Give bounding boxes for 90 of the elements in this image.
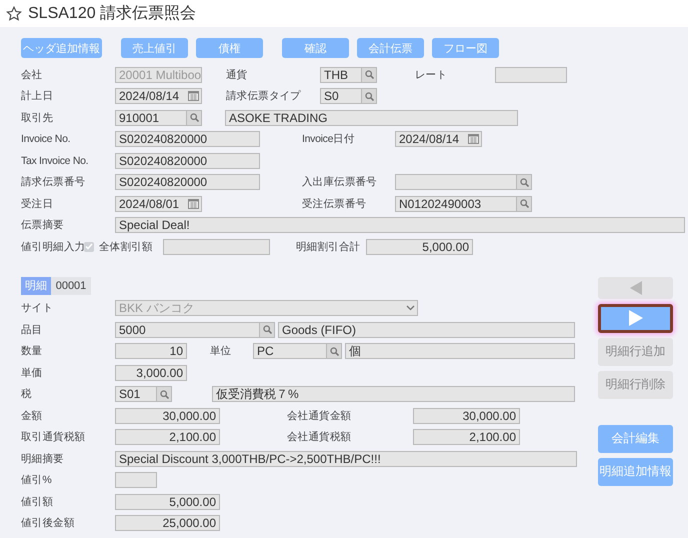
field-label: 明細摘要 bbox=[21, 452, 65, 466]
input-field[interactable]: THB bbox=[320, 66, 362, 83]
field-label: 税 bbox=[21, 387, 33, 402]
calendar-icon bbox=[188, 198, 199, 209]
input-field[interactable]: 5,000.00 bbox=[115, 494, 220, 510]
search-icon bbox=[364, 92, 374, 101]
chevron-down-icon bbox=[406, 305, 415, 312]
field-label: 取引通貨税額 bbox=[21, 430, 86, 444]
check-icon bbox=[85, 243, 93, 250]
search-button[interactable] bbox=[327, 343, 342, 360]
input-field[interactable]: 5000 bbox=[115, 322, 260, 338]
input-field[interactable]: 2,100.00 bbox=[115, 429, 220, 446]
field-label: サイト bbox=[21, 301, 54, 316]
field-label: 単価 bbox=[21, 366, 44, 380]
field-label: 金額 bbox=[21, 408, 44, 423]
input-field[interactable]: Goods (FIFO) bbox=[278, 322, 575, 338]
field-label: 単位 bbox=[210, 344, 232, 358]
search-button[interactable] bbox=[517, 174, 532, 190]
input-field[interactable]: S0 bbox=[320, 88, 362, 104]
field-label: 請求伝票番号 bbox=[21, 175, 86, 190]
search-button[interactable] bbox=[517, 196, 532, 212]
input-field[interactable]: S020240820000 bbox=[115, 152, 260, 169]
window-title: SLSA120 請求伝票照会 bbox=[28, 4, 196, 24]
search-icon bbox=[262, 325, 272, 334]
field-label: 値引額 bbox=[21, 494, 54, 509]
line-number: 00001 bbox=[51, 276, 91, 294]
input-field[interactable]: 910001 bbox=[115, 110, 187, 126]
search-button[interactable] bbox=[187, 110, 202, 126]
input-field[interactable]: Special Deal! bbox=[115, 217, 685, 234]
input-field[interactable]: S020240820000 bbox=[115, 131, 260, 148]
search-icon bbox=[160, 390, 168, 399]
input-field[interactable]: 個 bbox=[345, 343, 575, 360]
field-label: 明細割引合計 bbox=[296, 240, 362, 254]
date-field[interactable]: 2024/08/01 bbox=[115, 196, 202, 212]
field-label: 通貨 bbox=[226, 68, 248, 82]
input-field[interactable]: PC bbox=[253, 343, 327, 360]
input-field[interactable]: 30,000.00 bbox=[115, 408, 220, 424]
left-triangle-icon bbox=[630, 280, 642, 294]
field-label: Invoice No. bbox=[21, 133, 72, 146]
field-label: 計上日 bbox=[21, 89, 54, 104]
input-field[interactable]: S01 bbox=[115, 386, 157, 402]
input-field[interactable] bbox=[395, 174, 517, 190]
field-label: Invoice日付 bbox=[302, 132, 356, 146]
field-label: Tax Invoice No. bbox=[21, 154, 90, 167]
search-icon bbox=[520, 178, 528, 187]
search-icon bbox=[364, 70, 374, 80]
input-field[interactable]: 仮受消費税７% bbox=[212, 386, 575, 402]
input-field[interactable]: 10 bbox=[115, 343, 187, 360]
field-label: 値引明細入力 bbox=[21, 240, 83, 254]
input-field[interactable]: 5,000.00 bbox=[366, 238, 473, 255]
field-label: 値引後金額 bbox=[21, 516, 76, 530]
field-label: 値引% bbox=[21, 473, 52, 488]
search-icon bbox=[330, 346, 338, 356]
input-field[interactable] bbox=[495, 66, 567, 83]
field-label: 受注伝票番号 bbox=[302, 196, 368, 211]
input-field[interactable] bbox=[115, 472, 157, 488]
input-field[interactable]: 25,000.00 bbox=[115, 515, 220, 532]
star-icon[interactable] bbox=[6, 6, 22, 22]
field-label: 会社通貨金額 bbox=[287, 408, 352, 423]
input-field[interactable]: Special Discount 3,000THB/PC->2,500THB/PC!!! bbox=[115, 450, 577, 467]
search-icon bbox=[520, 199, 528, 208]
search-button[interactable] bbox=[362, 88, 377, 104]
search-button[interactable] bbox=[260, 322, 275, 338]
input-field[interactable]: S020240820000 bbox=[115, 174, 260, 190]
field-label: 受注日 bbox=[21, 196, 54, 211]
right-triangle-icon bbox=[628, 310, 642, 326]
input-field[interactable]: 3,000.00 bbox=[115, 364, 187, 381]
field-label: 入出庫伝票番号 bbox=[302, 175, 378, 190]
search-button[interactable] bbox=[362, 66, 377, 83]
field-label: 会社 bbox=[21, 68, 44, 82]
field-label: 請求伝票タイプ bbox=[226, 89, 302, 104]
input-field[interactable]: 2,100.00 bbox=[413, 429, 520, 446]
search-icon bbox=[190, 113, 198, 122]
next-button[interactable] bbox=[598, 304, 673, 332]
calendar-icon bbox=[468, 134, 479, 144]
input-field[interactable] bbox=[163, 238, 270, 255]
input-field[interactable]: N01202490003 bbox=[395, 196, 517, 212]
field-label: 品目 bbox=[21, 322, 44, 337]
field-label: 数量 bbox=[21, 344, 44, 358]
date-field[interactable]: 2024/08/14 bbox=[115, 88, 202, 104]
search-button[interactable] bbox=[157, 386, 172, 402]
field-label: 全体割引額 bbox=[99, 240, 154, 254]
date-field[interactable]: 2024/08/14 bbox=[395, 131, 482, 148]
input-field[interactable]: 30,000.00 bbox=[413, 408, 520, 424]
field-label: 会社通貨税額 bbox=[287, 430, 352, 444]
field-label: 取引先 bbox=[21, 110, 54, 125]
field-label: 伝票摘要 bbox=[21, 218, 65, 232]
input-field[interactable]: ASOKE TRADING bbox=[225, 110, 518, 126]
field-label: レート bbox=[415, 68, 448, 82]
calendar-icon bbox=[188, 91, 199, 102]
